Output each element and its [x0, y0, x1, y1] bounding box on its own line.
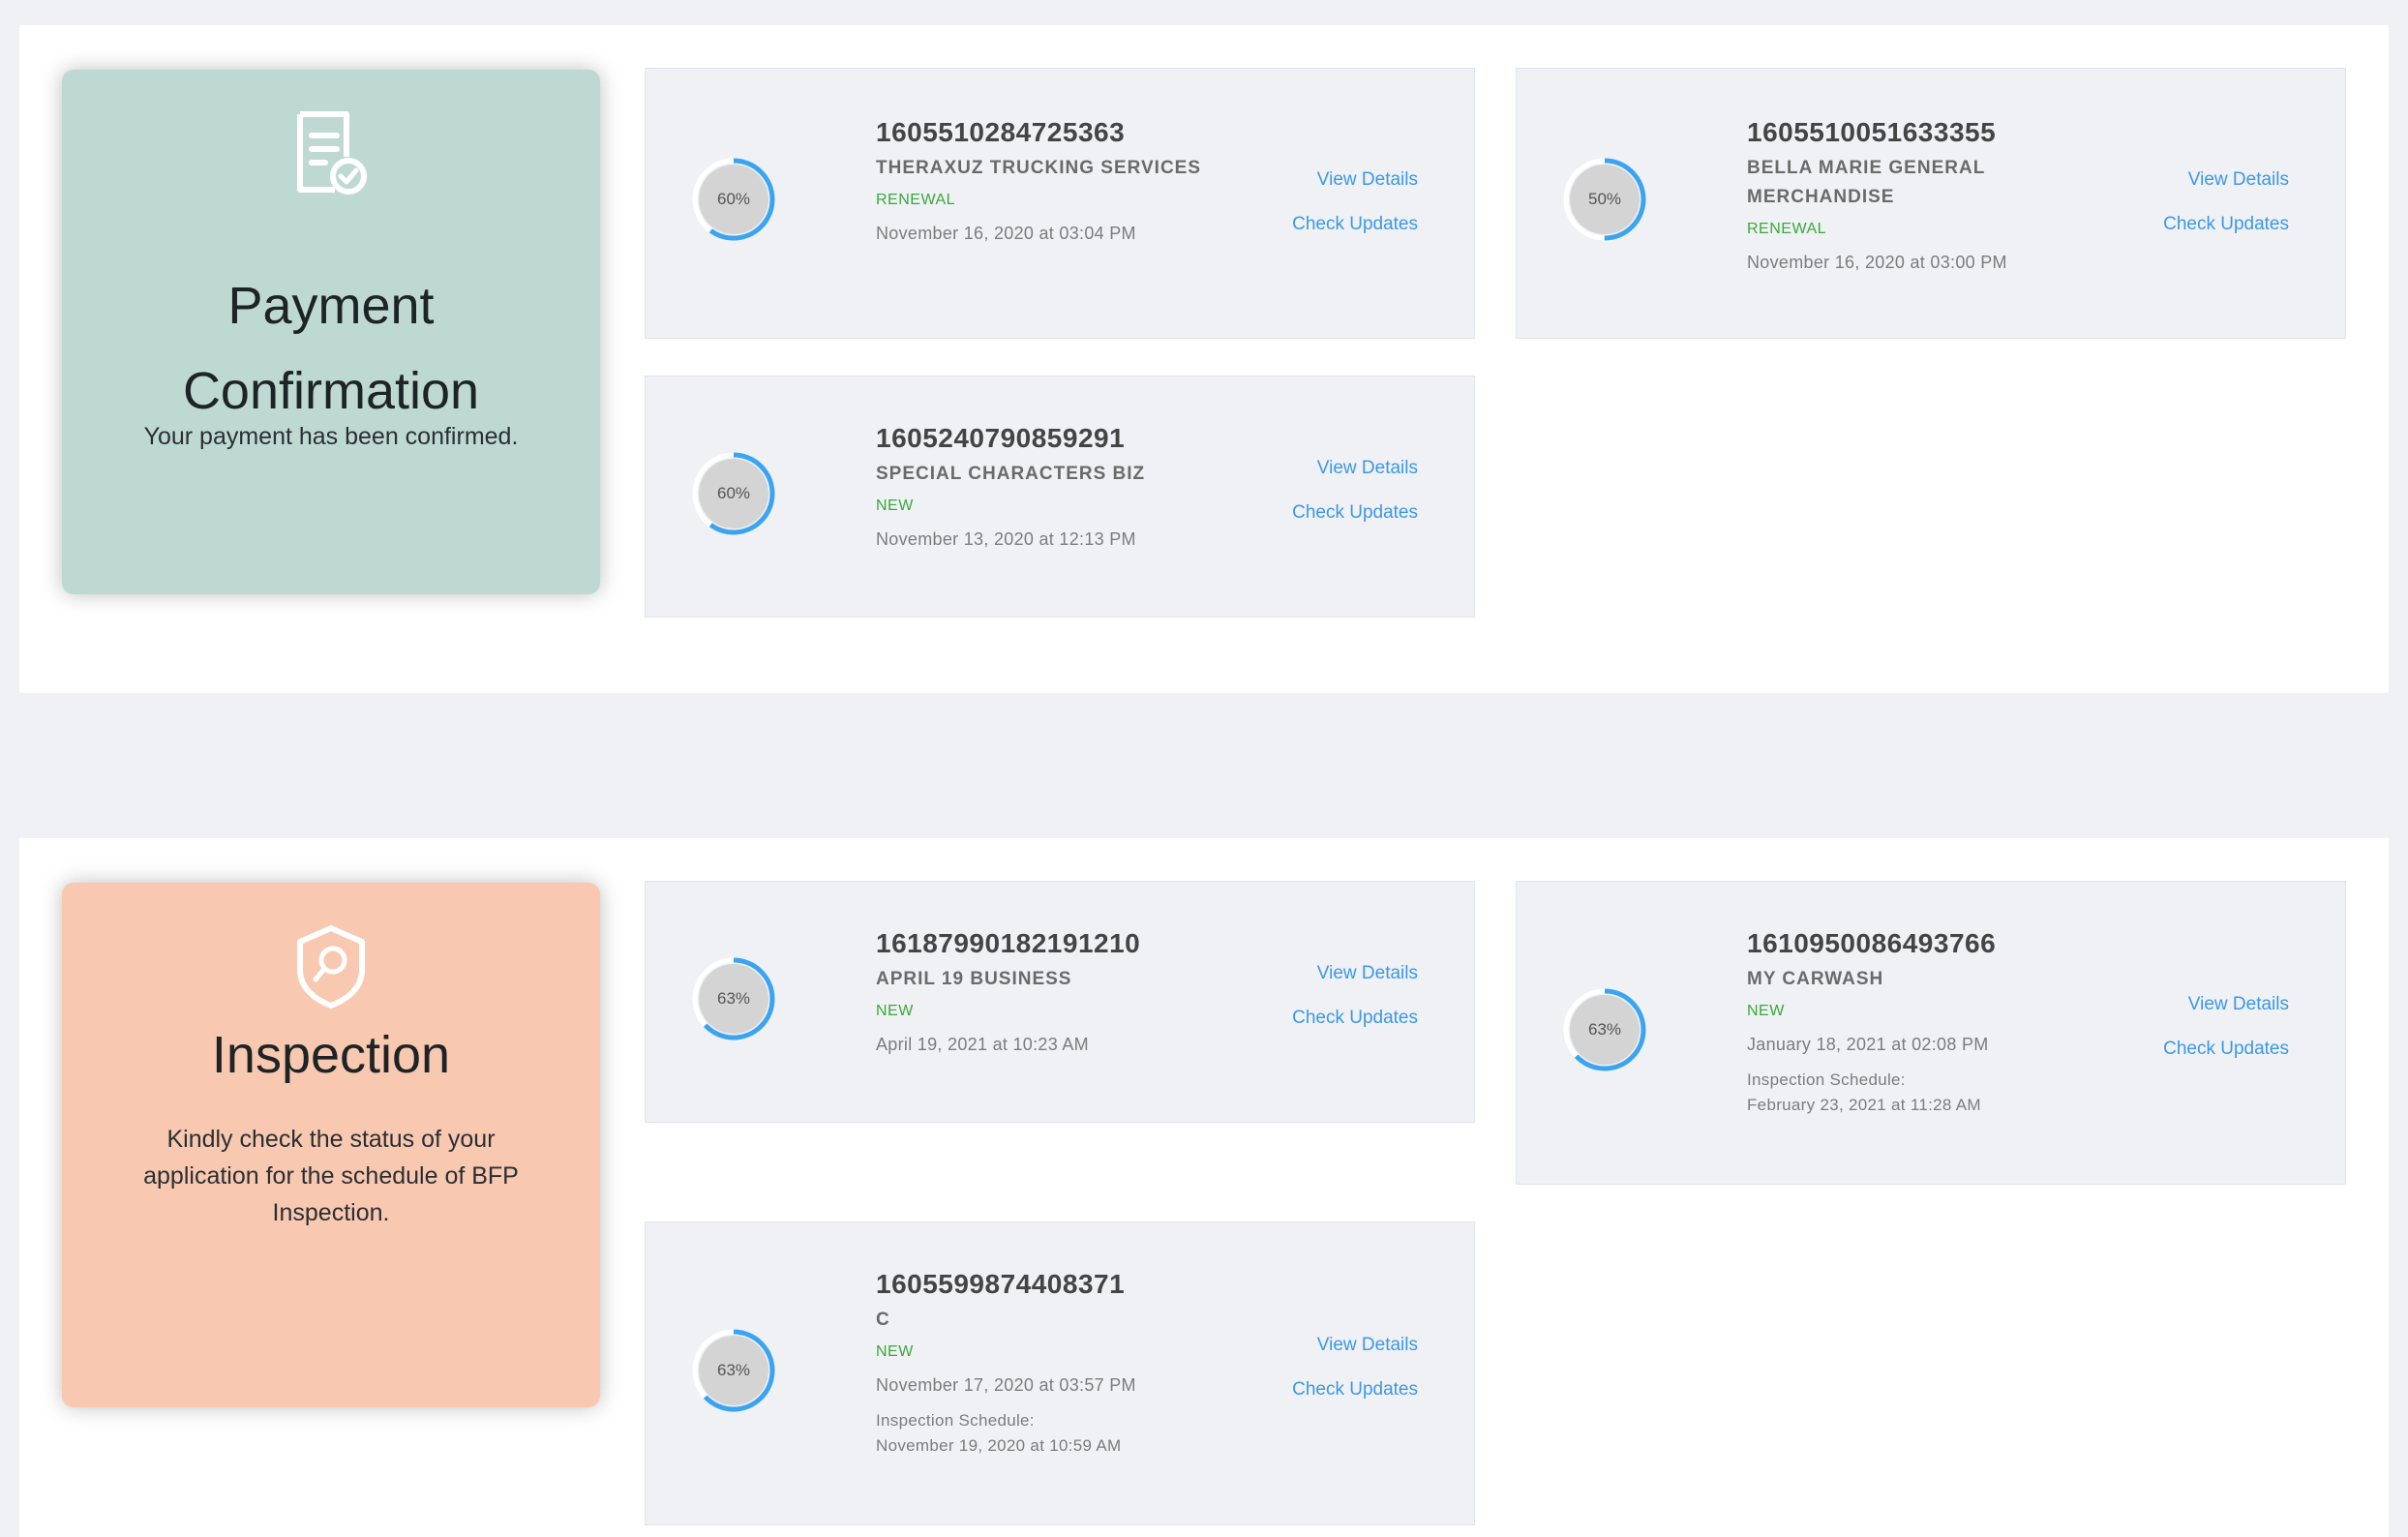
application-card: 60% 1605510284725363 THERAXUZ TRUCKING S…	[645, 68, 1475, 339]
shield-search-icon	[292, 923, 370, 1015]
application-card: 63% 16187990182191210 APRIL 19 BUSINESS …	[645, 881, 1475, 1123]
progress-ring: 60%	[692, 452, 775, 535]
progress-percent: 63%	[716, 1361, 751, 1379]
application-card: 50% 1605510051633355 BELLA MARIE GENERAL…	[1516, 68, 2346, 339]
application-type: NEW	[1747, 1003, 1785, 1019]
inspection-card: Inspection Kindly check the status of yo…	[62, 883, 600, 1407]
inspection-description: Kindly check the status of your applicat…	[143, 1126, 519, 1226]
progress-ring: 63%	[1563, 988, 1646, 1071]
progress-ring: 63%	[692, 957, 775, 1040]
application-date: April 19, 2021 at 10:23 AM	[876, 1035, 1089, 1054]
inspection-section: Inspection Kindly check the status of yo…	[19, 838, 2389, 1537]
check-updates-link[interactable]: Check Updates	[1292, 491, 1418, 535]
application-type: NEW	[876, 497, 914, 514]
application-date: November 16, 2020 at 03:04 PM	[876, 224, 1136, 243]
application-card: 63% 1605599874408371 C NEW November 17, …	[645, 1221, 1475, 1525]
payment-confirmation-description: Your payment has been confirmed.	[143, 423, 519, 450]
application-id: 16187990182191210	[876, 928, 1141, 958]
inspection-title: Inspection	[211, 1026, 451, 1084]
inspection-schedule-date: February 23, 2021 at 11:28 AM	[1747, 1096, 1981, 1114]
view-details-link[interactable]: View Details	[1292, 158, 1418, 202]
application-id: 1605510284725363	[876, 117, 1126, 147]
business-name: BELLA MARIE GENERAL MERCHANDISE	[1747, 158, 1985, 207]
check-updates-link[interactable]: Check Updates	[1292, 996, 1418, 1040]
application-type: NEW	[876, 1343, 914, 1360]
payment-title-line-1: Payment	[227, 277, 435, 335]
application-card: 60% 1605240790859291 SPECIAL CHARACTERS …	[645, 376, 1475, 618]
inspection-schedule-label: Inspection Schedule:	[1747, 1070, 1906, 1089]
view-details-link[interactable]: View Details	[1292, 446, 1418, 491]
application-card: 63% 1610950086493766 MY CARWASH NEW Janu…	[1516, 881, 2346, 1185]
payment-confirmation-card: Payment Confirmation Your payment has be…	[62, 70, 600, 594]
inspection-schedule-date: November 19, 2020 at 10:59 AM	[876, 1436, 1122, 1455]
application-id: 1605599874408371	[876, 1269, 1126, 1299]
application-date: November 16, 2020 at 03:00 PM	[1747, 253, 2007, 272]
application-date: November 17, 2020 at 03:57 PM	[876, 1375, 1136, 1395]
progress-ring: 60%	[692, 158, 775, 241]
application-date: November 13, 2020 at 12:13 PM	[876, 529, 1136, 549]
view-details-link[interactable]: View Details	[2163, 982, 2289, 1027]
application-type: RENEWAL	[876, 192, 956, 208]
view-details-link[interactable]: View Details	[2163, 158, 2289, 202]
business-name: THERAXUZ TRUCKING SERVICES	[876, 158, 1202, 178]
progress-percent: 60%	[716, 484, 751, 502]
document-check-icon	[292, 110, 370, 202]
check-updates-link[interactable]: Check Updates	[1292, 1368, 1418, 1412]
application-id: 1610950086493766	[1747, 928, 1997, 958]
check-updates-link[interactable]: Check Updates	[2163, 1027, 2289, 1071]
view-details-link[interactable]: View Details	[1292, 1323, 1418, 1368]
business-name: SPECIAL CHARACTERS BIZ	[876, 464, 1146, 484]
payment-confirmation-title: Payment Confirmation	[81, 263, 581, 434]
application-id: 1605240790859291	[876, 423, 1126, 453]
progress-ring: 50%	[1563, 158, 1646, 241]
progress-percent: 63%	[716, 989, 751, 1008]
application-date: January 18, 2021 at 02:08 PM	[1747, 1035, 1989, 1054]
application-type: NEW	[876, 1003, 914, 1019]
progress-percent: 63%	[1587, 1020, 1622, 1039]
application-id: 1605510051633355	[1747, 117, 1997, 147]
check-updates-link[interactable]: Check Updates	[1292, 202, 1418, 247]
business-name: MY CARWASH	[1747, 969, 1884, 989]
inspection-schedule-label: Inspection Schedule:	[876, 1411, 1035, 1430]
progress-percent: 60%	[716, 190, 751, 208]
business-name: APRIL 19 BUSINESS	[876, 969, 1072, 989]
check-updates-link[interactable]: Check Updates	[2163, 202, 2289, 247]
business-name: C	[876, 1310, 890, 1330]
application-type: RENEWAL	[1747, 221, 1827, 237]
payment-confirmation-section: Payment Confirmation Your payment has be…	[19, 25, 2389, 693]
progress-percent: 50%	[1587, 190, 1622, 208]
progress-ring: 63%	[692, 1329, 775, 1412]
view-details-link[interactable]: View Details	[1292, 951, 1418, 996]
